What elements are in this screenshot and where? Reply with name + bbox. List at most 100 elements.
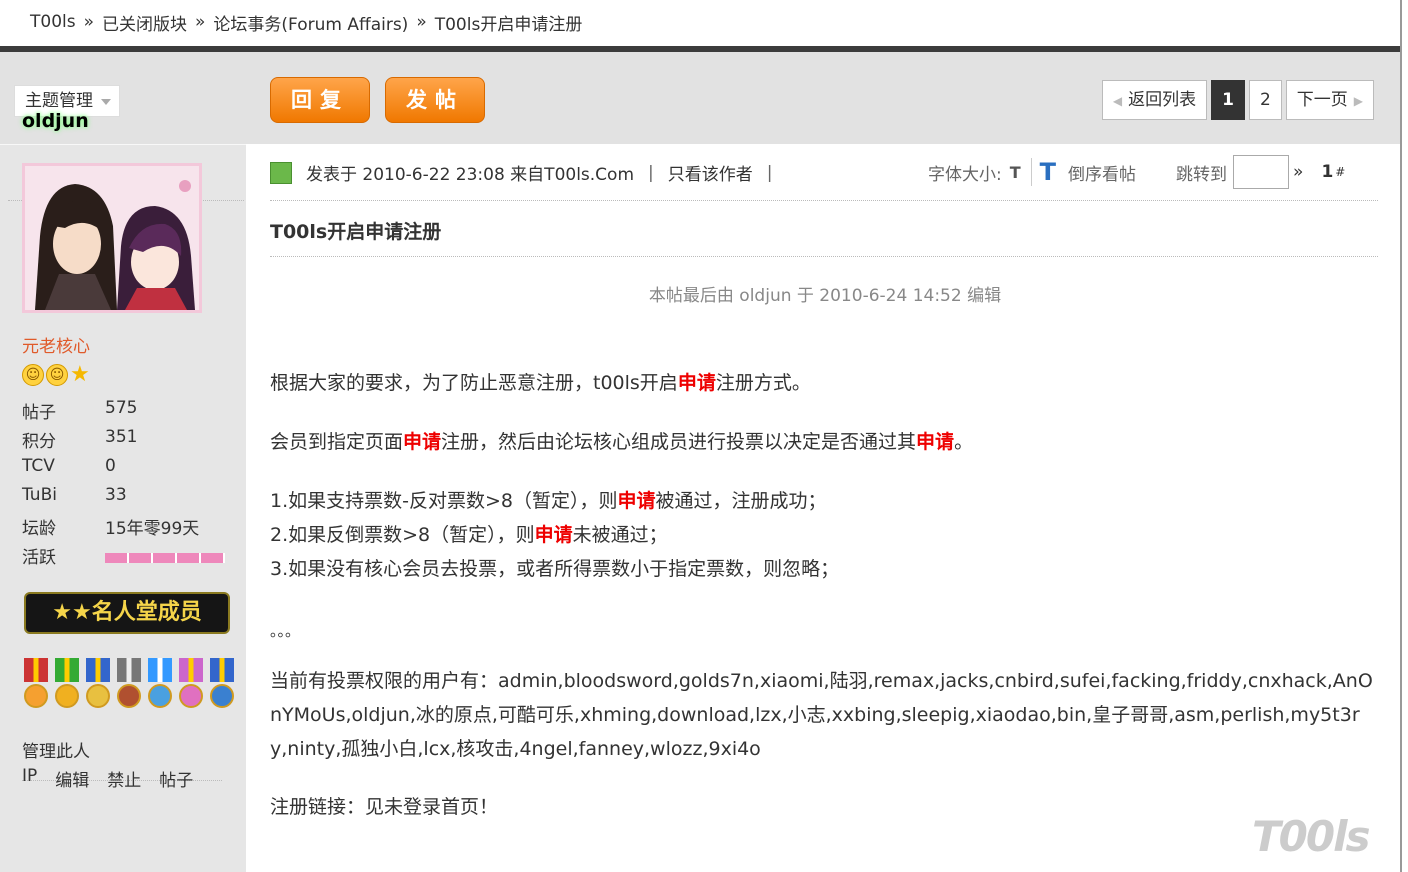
chevron-left-icon: ◀ (1112, 94, 1123, 108)
window-edge (1400, 0, 1408, 872)
text: 被通过，注册成功； (655, 490, 827, 512)
list-item: 3.如果没有核心会员去投票，或者所得票数小于指定票数，则忽略； (270, 558, 840, 580)
register-paragraph: 注册链接：见未登录首页！ (270, 796, 499, 818)
font-size-label: 字体大小: (928, 164, 1002, 185)
breadcrumb-forum-affairs[interactable]: 论坛事务(Forum Affairs) (213, 10, 408, 35)
manage-ip-link[interactable]: IP (22, 766, 37, 791)
stat-row: 积分 351 (22, 427, 225, 456)
manage-links: IP 编辑 禁止 帖子 (22, 766, 193, 791)
stat-label: TuBi (22, 485, 57, 505)
stat-value: 575 (105, 398, 138, 418)
manage-edit-link[interactable]: 编辑 (55, 766, 89, 791)
ellipsis-text: 。。。 (270, 622, 301, 640)
reply-button[interactable]: 回复 (270, 77, 370, 123)
stat-row: 坛龄 15年零99天 (22, 514, 225, 543)
voters-paragraph: 当前有投票权限的用户有：admin,bloodsword,golds7n,xia… (270, 670, 1373, 760)
medal-icon[interactable] (53, 658, 81, 708)
smiley-icon: ☺ (22, 364, 44, 386)
divider (270, 200, 1378, 201)
stat-value: 351 (105, 427, 138, 447)
stat-label: 帖子 (22, 403, 56, 423)
medal-icon[interactable] (115, 658, 143, 708)
highlight: 申请 (534, 524, 573, 546)
text: 注册，然后由论坛核心组成员进行投票以决定是否通过其 (441, 431, 917, 453)
chevron-right-icon: ▶ (1353, 94, 1363, 108)
post-date: 发表于 2010-6-22 23:08 来自T00ls.Com (306, 165, 635, 185)
jump-to-label: 跳转到 (1176, 164, 1228, 185)
text: 。 (954, 431, 974, 453)
topic-manage-label: 主题管理 (25, 91, 93, 111)
highlight: 申请 (403, 431, 442, 453)
manage-posts-link[interactable]: 帖子 (159, 766, 193, 791)
text: 根据大家的要求，为了防止恶意注册，t00ls开启 (270, 372, 678, 394)
breadcrumb-separator: » (83, 12, 95, 32)
reverse-order-link[interactable]: 倒序看帖 (1068, 160, 1136, 185)
jump-go-button[interactable]: » (1293, 162, 1303, 182)
breadcrumb-separator: » (416, 12, 427, 32)
chevron-down-icon (101, 99, 111, 105)
medal-icon[interactable] (177, 658, 205, 708)
user-stats: 帖子 575 积分 351 TCV 0 TuBi 33 坛龄 15年零99天 活跃 (22, 398, 225, 572)
author-username[interactable]: oldjun (22, 110, 89, 132)
avatar-image (25, 166, 199, 310)
paragraph: 根据大家的要求，为了防止恶意注册，t00ls开启申请注册方式。 (270, 366, 1380, 400)
font-small-button[interactable]: T (1010, 163, 1021, 182)
site-watermark-logo: T00ls (1252, 812, 1370, 861)
manage-user-title: 管理此人 (22, 742, 90, 762)
breadcrumb-closed-boards[interactable]: 已关闭版块 (102, 10, 187, 35)
back-to-list-button[interactable]: ◀ 返回列表 (1101, 80, 1208, 120)
rank-stars: ☺ ☺ ★ (22, 364, 90, 386)
meta-separator: | (648, 162, 654, 183)
edit-notice: 本帖最后由 oldjun 于 2010-6-24 14:52 编辑 (648, 286, 1002, 306)
list-item: 2.如果反倒票数>8（暂定），则申请未被通过； (270, 518, 1380, 552)
medal-icon[interactable] (208, 658, 236, 708)
post-tools: 字体大小: T T 倒序看帖 跳转到 » 1 # (928, 155, 1345, 189)
medal-icon[interactable] (84, 658, 112, 708)
smiley-icon: ☺ (46, 364, 68, 386)
online-status-icon (270, 161, 292, 184)
jump-to-input[interactable] (1233, 155, 1290, 189)
font-large-button[interactable]: T (1030, 158, 1056, 186)
avatar[interactable] (22, 163, 202, 313)
next-page-button[interactable]: 下一页 ▶ (1285, 80, 1374, 120)
list-item: 1.如果支持票数-反对票数>8（暂定），则申请被通过，注册成功； (270, 484, 1380, 518)
post-content: 根据大家的要求，为了防止恶意注册，t00ls开启申请注册方式。 会员到指定页面申… (270, 366, 1380, 824)
paragraph: 会员到指定页面申请注册，然后由论坛核心组成员进行投票以决定是否通过其申请。 (270, 425, 1380, 459)
hall-of-fame-badge: ★★名人堂成员 (24, 592, 230, 634)
star-icon: ★ (70, 362, 90, 387)
pagination: ◀ 返回列表 1 2 下一页 ▶ (1101, 80, 1374, 120)
new-post-button[interactable]: 发帖 (385, 77, 485, 123)
back-to-list-label: 返回列表 (1128, 90, 1197, 110)
divider (270, 256, 1378, 257)
breadcrumb: T00ls » 已关闭版块 » 论坛事务(Forum Affairs) » T00ls开启申… (0, 0, 1400, 44)
author-only-link[interactable]: 只看该作者 (668, 160, 753, 185)
page-1-button[interactable]: 1 (1211, 80, 1245, 120)
medal-icon[interactable] (22, 658, 50, 708)
highlight: 申请 (617, 490, 656, 512)
next-page-label: 下一页 (1296, 90, 1348, 110)
meta-separator: | (766, 162, 773, 183)
medal-icon[interactable] (146, 658, 174, 708)
text: 注册方式。 (715, 372, 811, 394)
stat-value: 15年零99天 (105, 519, 200, 539)
stat-row: TCV 0 (22, 456, 225, 485)
text: 1.如果支持票数-反对票数>8（暂定），则 (270, 490, 618, 512)
stat-row: TuBi 33 (22, 485, 225, 514)
highlight: 申请 (677, 372, 716, 394)
medals (22, 658, 236, 708)
floor-mark: # (1335, 165, 1346, 179)
floor-number[interactable]: 1 (1321, 162, 1333, 182)
page-2-button[interactable]: 2 (1248, 80, 1282, 120)
text: 未被通过； (572, 524, 668, 546)
post-title: T00ls开启申请注册 (270, 221, 442, 243)
text: 2.如果反倒票数>8（暂定），则 (270, 524, 535, 546)
stat-row: 活跃 (22, 543, 225, 572)
post-meta: 发表于 2010-6-22 23:08 来自T00ls.Com | 只看该作者 … (270, 160, 786, 185)
text: 会员到指定页面 (270, 431, 404, 453)
user-rank: 元老核心 (22, 337, 90, 357)
stat-label: TCV (22, 456, 55, 476)
breadcrumb-home[interactable]: T00ls (30, 12, 76, 32)
breadcrumb-current-thread[interactable]: T00ls开启申请注册 (435, 10, 583, 35)
manage-ban-link[interactable]: 禁止 (107, 766, 141, 791)
stat-row: 帖子 575 (22, 398, 225, 427)
